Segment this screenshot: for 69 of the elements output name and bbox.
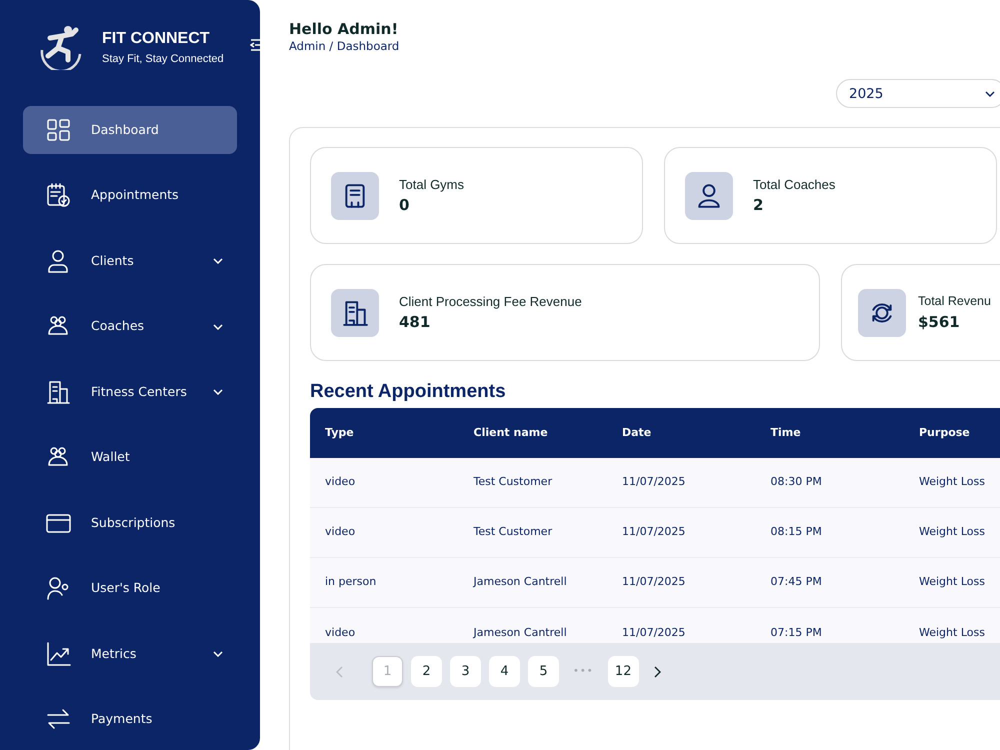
- year-select[interactable]: 2025: [836, 79, 1000, 108]
- page-button[interactable]: 2: [411, 656, 442, 688]
- brand-name: FIT CONNECT: [102, 28, 211, 49]
- sidebar-item[interactable]: User's Role: [23, 564, 237, 612]
- table-cell-text: 11/07/2025: [621, 524, 686, 540]
- stat-value: 0: [399, 195, 410, 216]
- user-gear-icon: [46, 576, 71, 601]
- table-cell-text: Weight Loss: [918, 474, 986, 490]
- table-cell-text: Jameson Cantrell: [472, 624, 568, 641]
- table-cell-text: 07:15 PM: [770, 624, 823, 641]
- table-cell-text: 11/07/2025: [621, 474, 686, 490]
- grid-icon: [46, 118, 71, 142]
- sidebar-item[interactable]: Appointments: [23, 172, 237, 220]
- table-cell-text: 11/07/2025: [621, 574, 686, 590]
- building-icon: [331, 288, 379, 337]
- brand-tagline: Stay Fit, Stay Connected: [102, 52, 224, 67]
- table-cell-text: Jameson Cantrell: [472, 574, 568, 590]
- table-cell-text: video: [324, 474, 356, 490]
- sidebar-item[interactable]: Fitness Centers: [23, 368, 237, 416]
- collapse-menu-icon[interactable]: [250, 38, 262, 52]
- stat-label: Total Gyms: [399, 176, 464, 194]
- chevron-right-icon: [652, 666, 661, 678]
- document-icon: [331, 172, 379, 220]
- page-button[interactable]: 12: [608, 656, 639, 688]
- stat-value: 2: [753, 195, 764, 216]
- table-cell-text: video: [324, 524, 356, 540]
- chevron-left-icon: [336, 666, 344, 678]
- sidebar-item[interactable]: Dashboard: [23, 106, 237, 154]
- chevron-down-icon: [985, 90, 995, 97]
- column-header: Time: [770, 424, 802, 441]
- stat-label: Total Revenu: [918, 293, 991, 310]
- column-header: Purpose: [918, 424, 971, 441]
- breadcrumb: Admin / Dashboard: [289, 38, 400, 55]
- page-button[interactable]: 4: [489, 656, 520, 688]
- table-cell-text: Test Customer: [472, 524, 554, 540]
- sidebar-item[interactable]: Metrics: [23, 630, 237, 678]
- stat-label: Client Processing Fee Revenue: [399, 292, 582, 311]
- sidebar-item[interactable]: Wallet: [23, 434, 237, 482]
- sidebar-item[interactable]: Coaches: [23, 302, 237, 350]
- column-header: Client name: [472, 424, 549, 441]
- sidebar-item[interactable]: Subscriptions: [23, 499, 237, 547]
- table-cell-text: 08:15 PM: [770, 524, 823, 540]
- stat-value: 481: [399, 312, 432, 334]
- table-cell-text: 07:45 PM: [770, 574, 823, 590]
- calendar-check-icon: [46, 183, 71, 208]
- greeting: Hello Admin!: [289, 20, 400, 38]
- table-cell-text: Test Customer: [472, 474, 554, 490]
- chart-line-icon: [46, 642, 71, 666]
- table-cell-text: video: [324, 624, 356, 641]
- stat-value: $561: [918, 312, 961, 333]
- page-button[interactable]: 5: [528, 656, 559, 688]
- page-button[interactable]: 3: [450, 656, 481, 688]
- user-icon: [46, 248, 71, 274]
- stat-label: Total Coaches: [753, 176, 836, 194]
- table-cell-text: Weight Loss: [918, 574, 986, 590]
- table-cell-text: 08:30 PM: [770, 474, 823, 490]
- section-title: Recent Appointments: [310, 381, 507, 404]
- sidebar-item[interactable]: Payments: [23, 696, 237, 744]
- runner-logo: [38, 24, 84, 70]
- table-cell-text: Weight Loss: [918, 624, 986, 641]
- column-header: Date: [621, 424, 652, 441]
- ellipsis: •••: [572, 665, 595, 680]
- building-icon: [46, 380, 71, 404]
- column-header: Type: [324, 424, 355, 441]
- table-cell-text: in person: [324, 574, 378, 590]
- table-cell-text: Weight Loss: [918, 524, 986, 540]
- sidebar-item[interactable]: Clients: [23, 237, 237, 285]
- table-cell-text: 11/07/2025: [621, 624, 686, 641]
- user-icon: [685, 172, 733, 220]
